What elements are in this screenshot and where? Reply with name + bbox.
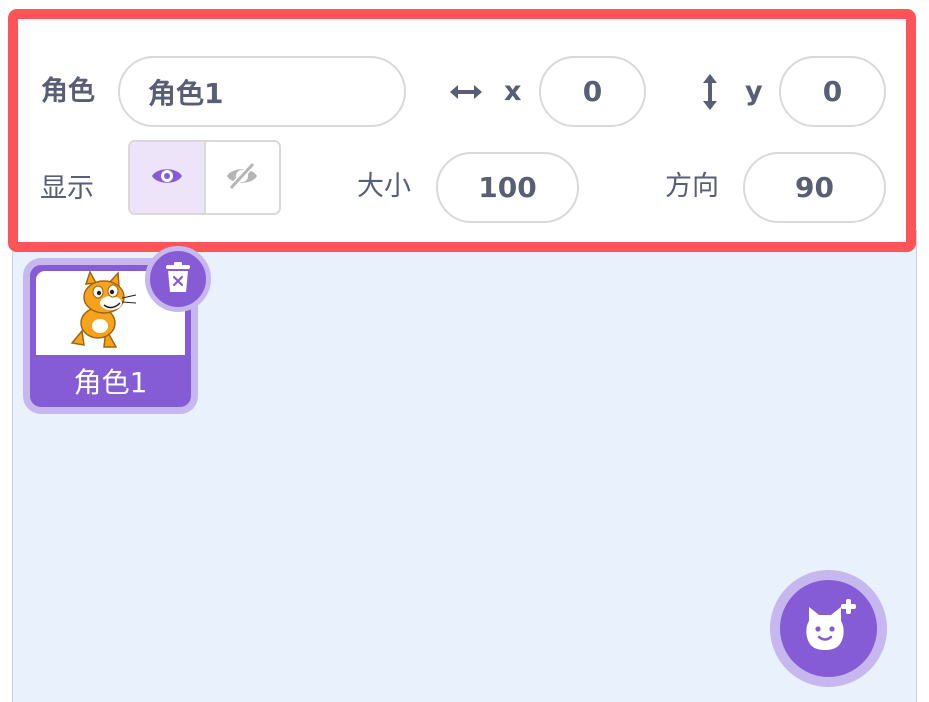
eye-slash-icon — [225, 161, 259, 194]
show-label: 显示 — [40, 173, 94, 204]
trash-icon — [165, 261, 191, 297]
sprite-label: 角色 — [41, 76, 95, 107]
sprite-info-panel: 角色 角色1 x 0 y 0 显示 大小 100 方向 90 — [8, 9, 916, 252]
hide-button[interactable] — [206, 142, 280, 213]
eye-icon — [150, 164, 184, 192]
y-value: 0 — [822, 75, 843, 108]
size-input[interactable]: 100 — [436, 152, 579, 223]
size-label: 大小 — [357, 171, 411, 202]
delete-sprite-button[interactable] — [145, 246, 211, 312]
direction-input[interactable]: 90 — [743, 152, 886, 223]
y-input[interactable]: 0 — [779, 56, 886, 127]
size-value: 100 — [478, 171, 537, 204]
horizontal-arrow-icon — [447, 77, 485, 107]
x-value: 0 — [582, 75, 603, 108]
sprite-tile-name: 角色1 — [73, 366, 148, 399]
add-sprite-button[interactable] — [770, 570, 887, 687]
vertical-arrow-icon — [698, 72, 722, 112]
sprite-name-value: 角色1 — [148, 76, 224, 110]
direction-label: 方向 — [665, 171, 719, 202]
x-input[interactable]: 0 — [539, 56, 646, 127]
visibility-toggle — [128, 140, 281, 215]
show-button[interactable] — [130, 142, 206, 213]
direction-value: 90 — [795, 171, 834, 204]
add-sprite-cat-icon — [799, 597, 859, 661]
y-label: y — [745, 76, 763, 107]
x-label: x — [504, 76, 522, 107]
sprite-name-input[interactable]: 角色1 — [118, 56, 406, 127]
